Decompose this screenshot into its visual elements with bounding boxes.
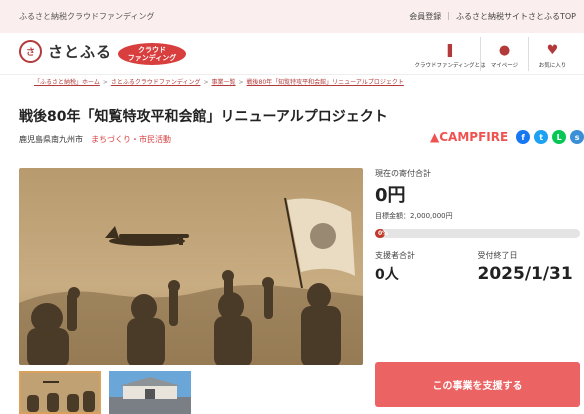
logo-mark-icon: さ (19, 40, 42, 63)
badge-line-1: クラウド (138, 46, 166, 54)
nav-label: マイページ (490, 63, 519, 69)
support-project-button[interactable]: この事業を支援する (375, 362, 580, 407)
campfire-logo[interactable]: ▲CAMPFIRE (430, 130, 508, 144)
campfire-name: CAMPFIRE (439, 130, 509, 144)
current-amount: 0円 (375, 185, 406, 206)
header: さ さとふる クラウド ファンディング ❚ クラウドファンディングとは ● マイ… (0, 33, 584, 75)
badge-line-2: ファンディング (127, 54, 177, 62)
facebook-icon[interactable]: f (516, 130, 531, 144)
nav-label: お気に入り (538, 63, 567, 69)
funding-stats: 支援者合計 0人 受付終了日 2025/1/31 (375, 250, 580, 284)
breadcrumb-home[interactable]: 「ふるさと納税」ホーム (34, 79, 100, 86)
supporters-label: 支援者合計 (375, 251, 415, 260)
supporters-count: 0人 (375, 267, 399, 283)
bookmark-icon: ❚ (444, 43, 456, 58)
main-project-photo[interactable] (19, 168, 363, 365)
breadcrumb-separator: > (238, 79, 244, 86)
historical-photo-illustration (19, 168, 363, 365)
site-tagline: ふるさと納税クラウドファンディング (19, 12, 155, 21)
progress-percent: 0% (378, 230, 389, 237)
deadline-label: 受付終了日 (477, 251, 518, 260)
deadline-stat: 受付終了日 2025/1/31 (478, 250, 581, 284)
breadcrumb-project-list[interactable]: 事業一覧 (211, 79, 235, 86)
separator: | (447, 11, 450, 20)
line-icon[interactable]: L (552, 130, 567, 144)
nav-mypage[interactable]: ● マイページ (480, 37, 528, 71)
breadcrumb-separator: > (102, 79, 108, 86)
thumbnail-2-image (109, 371, 191, 414)
satofull-top-link[interactable]: ふるさと納税サイトさとふるTOP (456, 11, 576, 22)
site-logo[interactable]: さ さとふる (19, 40, 112, 63)
breadcrumb-crowdfunding[interactable]: さとふるクラウドファンディング (111, 79, 201, 86)
heart-icon: ♥ (546, 43, 559, 58)
nav-favorites[interactable]: ♥ お気に入り (528, 37, 576, 71)
supporters-stat: 支援者合計 0人 (375, 250, 478, 284)
region-label: 鹿児島県南九州市 (19, 135, 83, 144)
nav-about-crowdfunding[interactable]: ❚ クラウドファンディングとは (414, 37, 485, 71)
breadcrumb-current[interactable]: 戦後80年「知覧特攻平和会館」リニューアルプロジェクト (247, 79, 404, 86)
current-amount-label: 現在の寄付合計 (375, 169, 431, 178)
thumbnail-1-image (21, 373, 99, 412)
logo-text: さとふる (48, 43, 113, 61)
deadline-date: 2025/1/31 (477, 264, 573, 284)
crowdfunding-badge[interactable]: クラウド ファンディング (118, 43, 186, 65)
page-title: 戦後80年「知覧特攻平和会館」リニューアルプロジェクト (19, 109, 388, 125)
platform-social: ▲CAMPFIRE f t L s (430, 130, 584, 144)
goal-amount: 目標金額：2,000,000円 (375, 212, 453, 220)
header-nav: ❚ クラウドファンディングとは ● マイページ ♥ お気に入り (414, 37, 576, 71)
thumbnail-1[interactable] (19, 371, 101, 414)
progress-bar: 0% (375, 229, 580, 238)
nav-label: クラウドファンディングとは (414, 63, 486, 69)
thumbnail-2[interactable] (109, 371, 191, 414)
photo-thumbnails (19, 371, 191, 414)
category-link[interactable]: まちづくり・市民活動 (91, 135, 171, 144)
twitter-icon[interactable]: t (534, 130, 549, 144)
breadcrumb-separator: > (203, 79, 209, 86)
top-links: 会員登録 | ふるさと納税サイトさとふるTOP (409, 11, 576, 22)
project-meta: 鹿児島県南九州市 まちづくり・市民活動 (19, 134, 171, 145)
funding-panel: 現在の寄付合計 0円 目標金額：2,000,000円 0% 支援者合計 0人 受… (375, 168, 580, 284)
share-icon[interactable]: s (570, 130, 584, 144)
user-icon: ● (498, 43, 511, 58)
register-link[interactable]: 会員登録 (409, 11, 441, 22)
breadcrumb: 「ふるさと納税」ホーム > さとふるクラウドファンディング > 事業一覧 > 戦後80年「知… (34, 77, 404, 86)
top-bar: ふるさと納税クラウドファンディング 会員登録 | ふるさと納税サイトさとふるTO… (0, 0, 584, 33)
